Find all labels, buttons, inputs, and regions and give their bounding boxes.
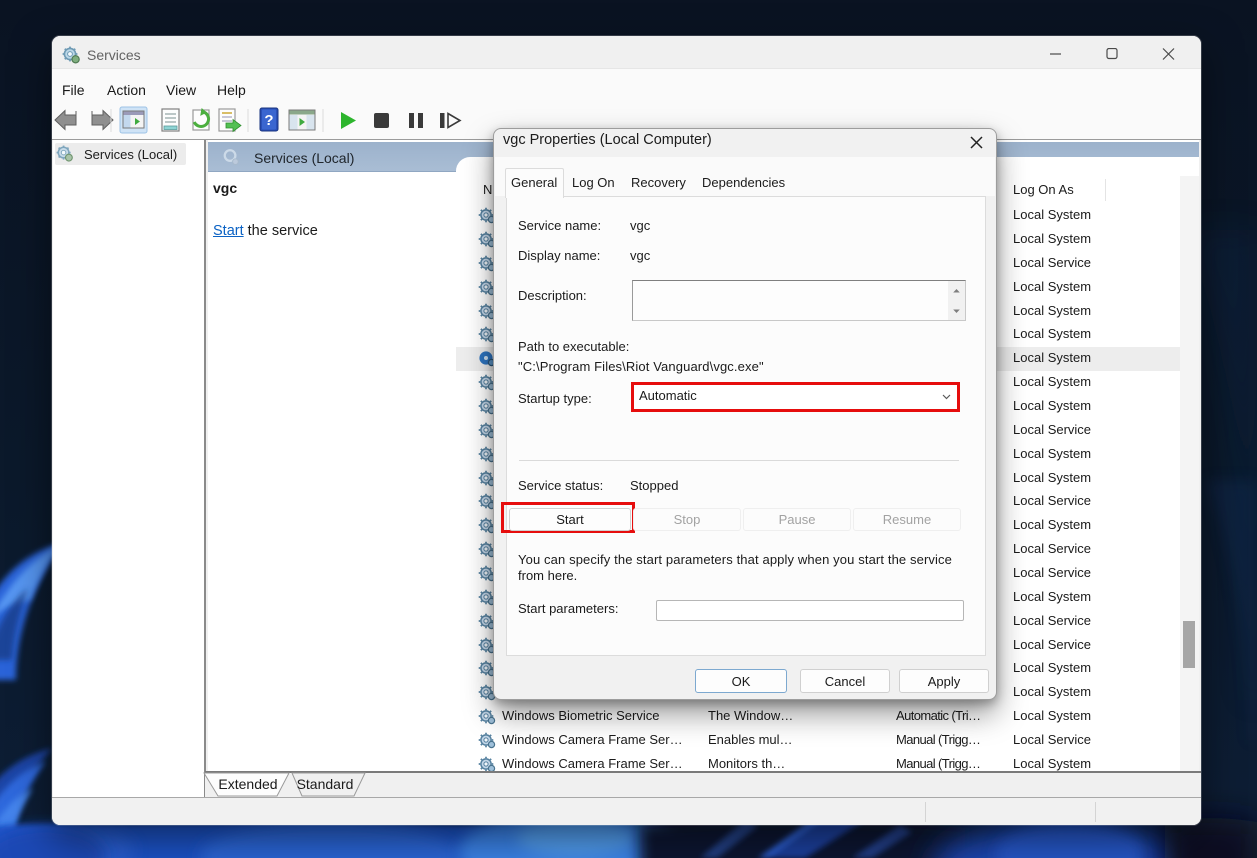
svg-text:?: ? — [264, 112, 273, 129]
svg-text:Standard: Standard — [297, 776, 354, 792]
svg-text:Extended: Extended — [218, 776, 277, 792]
